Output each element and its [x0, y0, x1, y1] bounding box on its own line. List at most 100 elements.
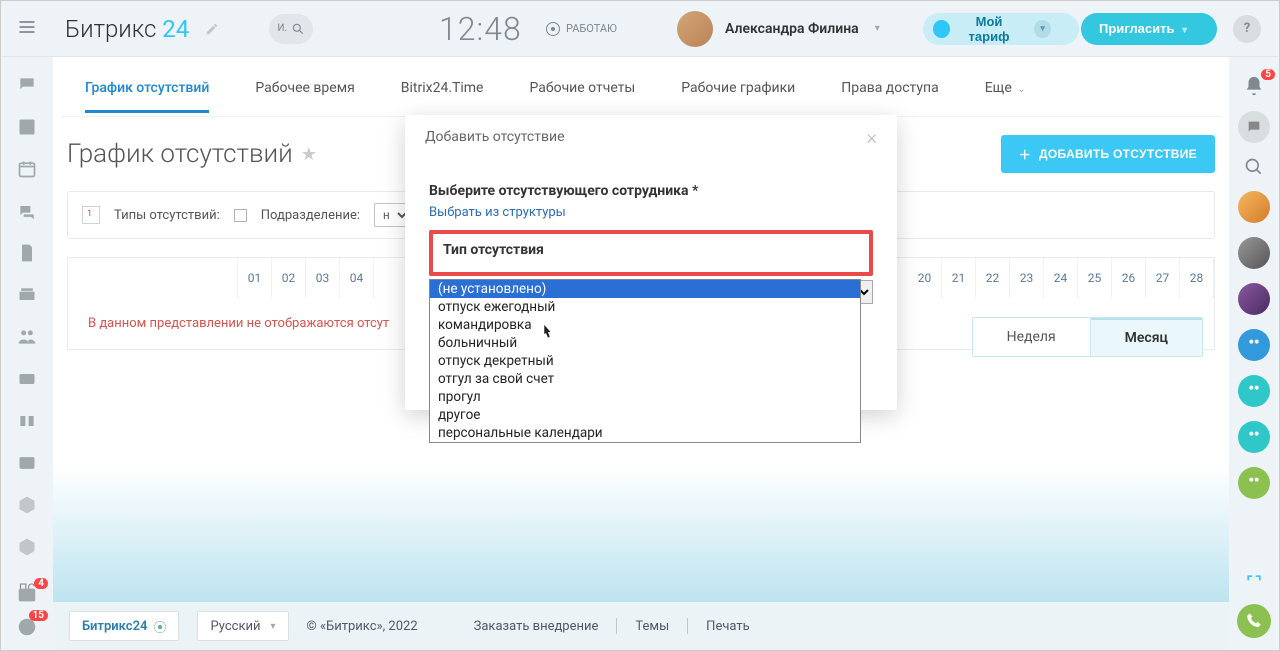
user-menu[interactable]: Александра Филина ▾ [677, 11, 880, 47]
dropdown-option[interactable]: отпуск декретный [430, 352, 860, 370]
user-name: Александра Филина [725, 21, 859, 37]
group-circle-4[interactable] [1238, 467, 1270, 499]
logo-text-1: Битрикс [65, 15, 156, 43]
left-rail: ПС 4 15 [1, 57, 53, 650]
rail-bottom: 4 15 [1, 584, 53, 638]
rail-bottom-item-1[interactable]: 4 [16, 584, 38, 606]
right-rail: 5 [1229, 57, 1279, 650]
tab-access-rights[interactable]: Права доступа [841, 66, 938, 113]
group-circle-1[interactable] [1238, 329, 1270, 361]
contact-avatar-2[interactable] [1238, 237, 1270, 269]
divider [616, 618, 617, 634]
group-circle-3[interactable] [1238, 421, 1270, 453]
work-status-label: РАБОТАЮ [566, 22, 617, 35]
rail-item-people[interactable] [17, 327, 37, 347]
search-icon[interactable] [1244, 157, 1264, 177]
rail-item-cube1[interactable] [17, 495, 37, 515]
rail-item-feed[interactable] [17, 117, 37, 137]
view-tab-week[interactable]: Неделя [973, 318, 1091, 356]
tab-more[interactable]: Еще ⌄ [985, 66, 1026, 113]
chat-bubble-icon[interactable] [1238, 111, 1270, 143]
section-tabs: График отсутствий Рабочее время Bitrix24… [61, 63, 1221, 117]
footer-brand-pill[interactable]: Битрикс24⦿ [69, 611, 179, 641]
types-checkbox[interactable] [234, 209, 247, 222]
pick-from-structure-link[interactable]: Выбрать из структуры [429, 205, 873, 220]
search-pill[interactable]: И. [269, 14, 313, 44]
type-label: Тип отсутствия [443, 242, 859, 258]
cal-cell[interactable]: 21 [942, 258, 976, 298]
work-status[interactable]: РАБОТАЮ [546, 22, 617, 36]
cal-cell[interactable]: 04 [340, 258, 374, 298]
rail-item-messages[interactable] [17, 201, 37, 221]
page-title: График отсутствий [67, 139, 293, 169]
rocket-icon [933, 20, 950, 38]
calendar-icon[interactable] [82, 206, 100, 224]
rail-item-chat[interactable] [17, 75, 37, 95]
avatar [677, 11, 713, 47]
cal-cell[interactable]: 28 [1180, 258, 1214, 298]
modal-header: Добавить отсутствие × [405, 115, 897, 159]
footer: Битрикс24⦿ Русский ▾ © «Битрикс», 2022 З… [53, 602, 1229, 650]
footer-lang-pill[interactable]: Русский ▾ [197, 611, 288, 641]
cal-cell[interactable]: 22 [976, 258, 1010, 298]
dropdown-option[interactable]: персональные календари [430, 424, 860, 442]
hamburger-icon[interactable] [17, 17, 41, 41]
cal-cell[interactable]: 27 [1146, 258, 1180, 298]
rail-item-calendar[interactable] [17, 159, 37, 179]
dropdown-option[interactable]: другое [430, 406, 860, 424]
dropdown-option[interactable]: отгул за свой счет [430, 370, 860, 388]
search-pill-text: И. [277, 23, 287, 34]
phone-button[interactable] [1237, 604, 1271, 638]
logo[interactable]: Битрикс 24 [65, 15, 189, 43]
cal-cell[interactable]: 20 [908, 258, 942, 298]
rail-bottom-item-2[interactable]: 15 [16, 616, 38, 638]
badge-count: 5 [1261, 69, 1275, 80]
plus-icon: ＋ [1019, 146, 1031, 163]
tab-absence-schedule[interactable]: График отсутствий [85, 66, 209, 113]
cal-cell[interactable]: 01 [238, 258, 272, 298]
invite-button[interactable]: Пригласить ▾ [1081, 13, 1217, 45]
help-button[interactable]: ? [1233, 15, 1261, 43]
dropdown-option[interactable]: отпуск ежегодный [430, 298, 860, 316]
footer-link-order[interactable]: Заказать внедрение [474, 619, 599, 634]
tab-work-time[interactable]: Рабочее время [255, 66, 354, 113]
tab-work-reports[interactable]: Рабочие отчеты [529, 66, 635, 113]
bell-icon[interactable]: 5 [1243, 75, 1265, 97]
tariff-button[interactable]: Мой тариф ▾ [923, 13, 1079, 45]
divider [687, 618, 688, 634]
dropdown-option[interactable]: командировка [430, 316, 860, 334]
rail-item-docs[interactable] [17, 243, 37, 263]
chevron-down-icon: ▾ [1182, 25, 1187, 36]
tab-work-schedules[interactable]: Рабочие графики [681, 66, 795, 113]
cal-cell[interactable]: 03 [306, 258, 340, 298]
rail-item-cube2[interactable] [17, 537, 37, 557]
cal-cell[interactable]: 23 [1010, 258, 1044, 298]
contact-avatar-1[interactable] [1238, 191, 1270, 223]
close-icon[interactable]: × [867, 125, 877, 149]
star-icon[interactable]: ★ [301, 144, 317, 165]
dropdown-option[interactable]: (не установлено) [430, 280, 860, 298]
cal-cell[interactable]: 26 [1112, 258, 1146, 298]
cal-cell[interactable]: 02 [272, 258, 306, 298]
chevron-down-icon: ▾ [270, 621, 275, 632]
rail-item-drive[interactable] [17, 285, 37, 305]
footer-copyright: © «Битрикс», 2022 [307, 619, 418, 634]
dropdown-option[interactable]: прогул [430, 388, 860, 406]
rail-item-apps[interactable] [17, 411, 37, 431]
footer-link-print[interactable]: Печать [706, 619, 750, 634]
cal-cell[interactable]: 24 [1044, 258, 1078, 298]
add-absence-button[interactable]: ＋ ДОБАВИТЬ ОТСУТСТВИЕ [1001, 135, 1215, 173]
pencil-icon[interactable] [205, 22, 219, 36]
right-rail-bottom [1229, 572, 1279, 638]
view-tab-month[interactable]: Месяц [1091, 318, 1202, 356]
dept-label: Подразделение: [261, 208, 360, 223]
cal-cell[interactable]: 25 [1078, 258, 1112, 298]
footer-link-themes[interactable]: Темы [635, 619, 669, 634]
dropdown-option[interactable]: больничный [430, 334, 860, 352]
group-circle-2[interactable] [1238, 375, 1270, 407]
contact-avatar-3[interactable] [1238, 283, 1270, 315]
expand-icon[interactable] [1244, 572, 1264, 592]
rail-item-contact[interactable] [17, 453, 37, 473]
tab-bitrix-time[interactable]: Bitrix24.Time [401, 66, 484, 113]
rail-item-card[interactable] [17, 369, 37, 389]
